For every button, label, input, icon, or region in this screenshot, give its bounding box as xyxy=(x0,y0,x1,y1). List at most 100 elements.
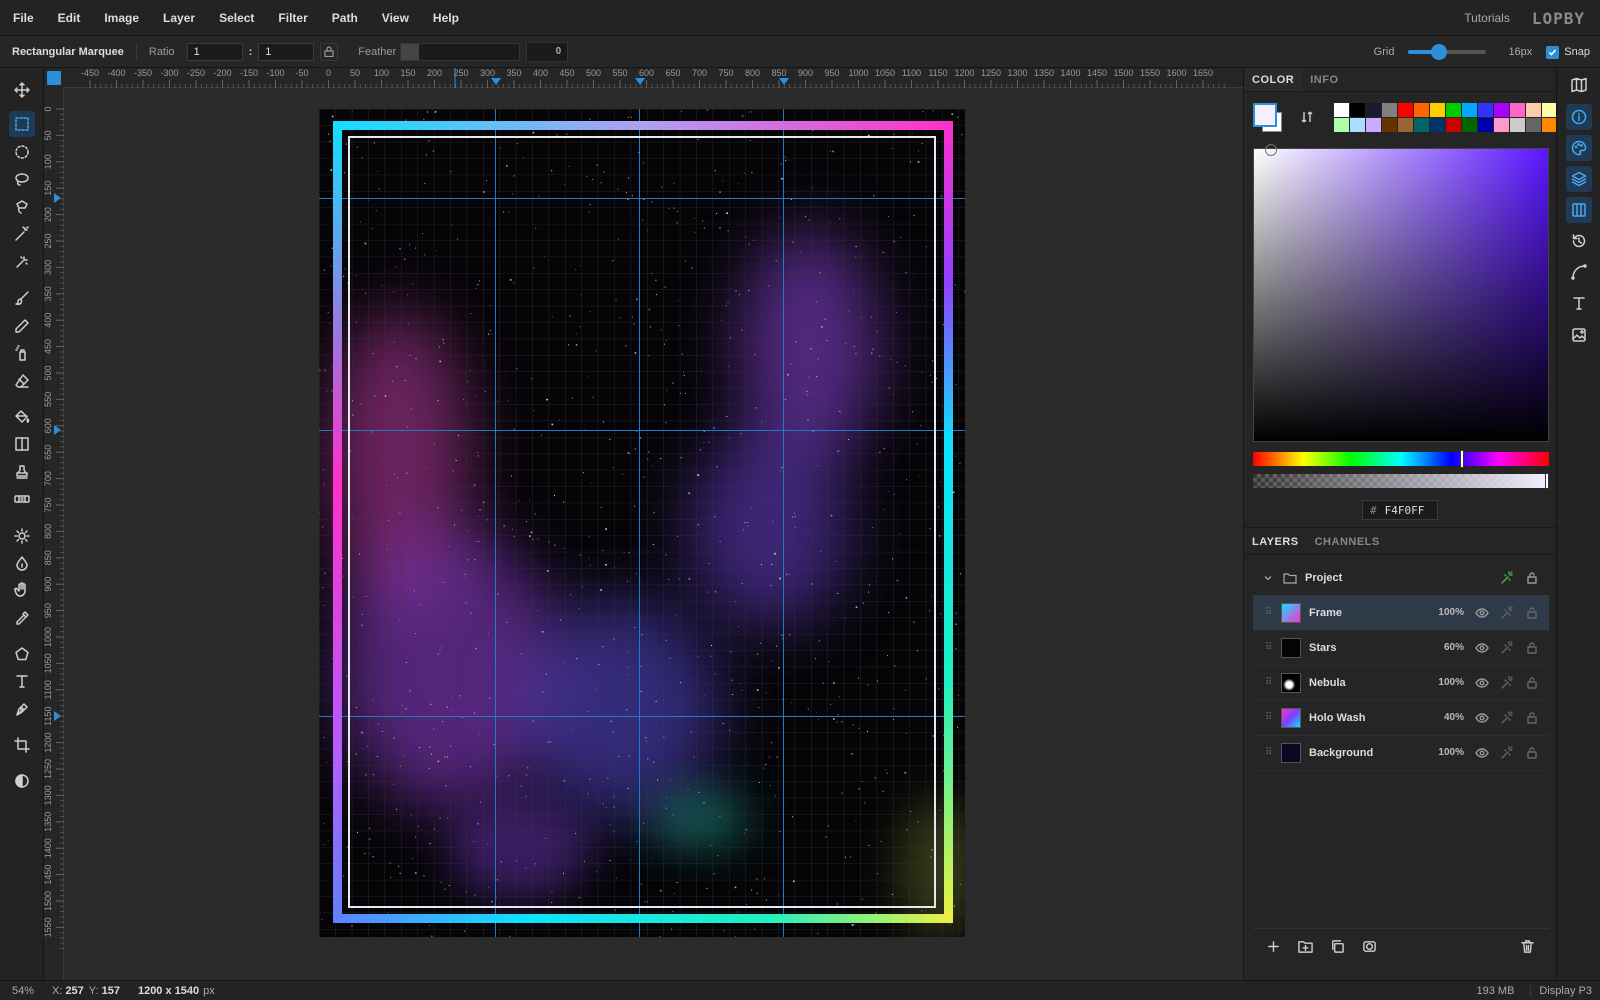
delete-layer-button[interactable] xyxy=(1517,937,1537,957)
shape-tool[interactable] xyxy=(9,641,35,667)
zoom-level[interactable]: 54% xyxy=(12,985,34,997)
navigator-button[interactable] xyxy=(1566,72,1592,98)
grid-slider-thumb[interactable] xyxy=(1431,44,1448,60)
palette-swatch[interactable] xyxy=(1462,118,1477,132)
alpha-slider-thumb[interactable] xyxy=(1545,473,1549,489)
feather-slider[interactable] xyxy=(400,42,521,61)
magic-wand-tool[interactable] xyxy=(9,221,35,247)
info-panel-button[interactable] xyxy=(1566,104,1592,130)
eraser-tool[interactable] xyxy=(9,368,35,394)
color-panel-button[interactable] xyxy=(1566,135,1592,161)
palette-swatch[interactable] xyxy=(1446,103,1461,117)
menu-select[interactable]: Select xyxy=(207,0,266,36)
menu-view[interactable]: View xyxy=(370,0,421,36)
crop-tool[interactable] xyxy=(9,732,35,758)
contrast-tool[interactable] xyxy=(9,768,35,794)
lock-icon[interactable] xyxy=(1524,710,1540,726)
pen-tool[interactable] xyxy=(9,696,35,722)
alpha-slider[interactable] xyxy=(1253,473,1549,489)
layer-effects-icon[interactable] xyxy=(1499,605,1515,621)
horizontal-ruler[interactable]: -450 -400 -350 -300 -250 -200 -150 -100 -50 0 50 10… xyxy=(64,68,1243,88)
layer-opacity[interactable]: 100% xyxy=(1428,747,1464,758)
ellipse-marquee-tool[interactable] xyxy=(9,139,35,165)
layer-opacity[interactable]: 100% xyxy=(1428,677,1464,688)
ratio-width-input[interactable]: 1 xyxy=(186,42,243,61)
add-layer-button[interactable] xyxy=(1263,937,1283,957)
palette-swatch[interactable] xyxy=(1494,118,1509,132)
ratio-lock-button[interactable] xyxy=(320,42,339,61)
layer-name[interactable]: Holo Wash xyxy=(1309,712,1428,724)
palette-swatch[interactable] xyxy=(1414,103,1429,117)
hex-value[interactable]: F4F0FF xyxy=(1385,504,1425,517)
feather-slider-knob[interactable] xyxy=(401,43,420,60)
layer-name[interactable]: Background xyxy=(1309,747,1428,759)
clone-stamp-tool[interactable] xyxy=(9,459,35,485)
brush-tool[interactable] xyxy=(9,285,35,311)
palette-swatch[interactable] xyxy=(1462,103,1477,117)
canvas-workspace[interactable] xyxy=(64,88,1243,980)
layer-row[interactable]: ⠿ Holo Wash 40% xyxy=(1253,700,1549,736)
layer-effects-icon[interactable] xyxy=(1499,745,1515,761)
vertical-ruler[interactable]: 0 50 100 150 200 250 300 350 400 450 500 550 600 650 7… xyxy=(43,88,64,980)
palette-swatch[interactable] xyxy=(1478,118,1493,132)
hand-tool[interactable] xyxy=(9,577,35,603)
layer-row[interactable]: ⠿ Nebula 100% xyxy=(1253,665,1549,701)
spray-tool[interactable] xyxy=(9,340,35,366)
palette-swatch[interactable] xyxy=(1414,118,1429,132)
document-canvas[interactable] xyxy=(319,109,965,937)
foreground-color-swatch[interactable] xyxy=(1253,103,1277,127)
palette-swatch[interactable] xyxy=(1382,103,1397,117)
saturation-value-picker[interactable] xyxy=(1253,144,1549,442)
palette-swatch[interactable] xyxy=(1366,118,1381,132)
menu-layer[interactable]: Layer xyxy=(151,0,207,36)
lock-icon[interactable] xyxy=(1524,745,1540,761)
eye-icon[interactable] xyxy=(1474,640,1490,656)
layer-name[interactable]: Stars xyxy=(1309,642,1428,654)
menu-filter[interactable]: Filter xyxy=(266,0,319,36)
image-panel-button[interactable] xyxy=(1566,322,1592,348)
layer-effects-icon[interactable] xyxy=(1499,640,1515,656)
eye-icon[interactable] xyxy=(1474,675,1490,691)
palette-swatch[interactable] xyxy=(1398,118,1413,132)
palette-swatch[interactable] xyxy=(1542,103,1557,117)
layer-name[interactable]: Nebula xyxy=(1309,677,1428,689)
tab-color[interactable]: COLOR xyxy=(1244,68,1303,91)
palette-swatch[interactable] xyxy=(1350,103,1365,117)
palette-swatch[interactable] xyxy=(1350,118,1365,132)
drag-handle-icon[interactable]: ⠿ xyxy=(1265,642,1275,653)
layer-opacity[interactable]: 60% xyxy=(1428,642,1464,653)
lock-icon[interactable] xyxy=(1524,605,1540,621)
lock-icon[interactable] xyxy=(1524,675,1540,691)
dodge-tool[interactable] xyxy=(9,523,35,549)
group-lock-icon[interactable] xyxy=(1524,570,1540,586)
menu-file[interactable]: File xyxy=(0,0,46,36)
character-panel-button[interactable] xyxy=(1566,290,1592,316)
feather-value-input[interactable]: 0 xyxy=(526,41,569,62)
menu-edit[interactable]: Edit xyxy=(46,0,93,36)
layer-opacity[interactable]: 40% xyxy=(1428,712,1464,723)
hex-color-input[interactable]: # F4F0FF xyxy=(1362,500,1438,520)
menu-help[interactable]: Help xyxy=(421,0,471,36)
add-group-button[interactable] xyxy=(1295,937,1315,957)
palette-swatch[interactable] xyxy=(1494,103,1509,117)
palette-swatch[interactable] xyxy=(1510,103,1525,117)
drag-handle-icon[interactable]: ⠿ xyxy=(1265,712,1275,723)
layer-group-project[interactable]: Project xyxy=(1253,560,1549,596)
hue-slider-thumb[interactable] xyxy=(1460,450,1465,468)
lasso-tool[interactable] xyxy=(9,166,35,192)
palette-swatch[interactable] xyxy=(1510,118,1525,132)
polygon-lasso-tool[interactable] xyxy=(9,194,35,220)
color-picker-cursor[interactable] xyxy=(1265,144,1277,156)
palette-swatch[interactable] xyxy=(1382,118,1397,132)
layer-effects-icon[interactable] xyxy=(1499,710,1515,726)
duplicate-layer-button[interactable] xyxy=(1327,937,1347,957)
palette-swatch[interactable] xyxy=(1398,103,1413,117)
mask-layer-button[interactable] xyxy=(1359,937,1379,957)
palette-swatch[interactable] xyxy=(1542,118,1557,132)
menu-image[interactable]: Image xyxy=(92,0,151,36)
move-tool[interactable] xyxy=(9,77,35,103)
layer-row[interactable]: ⠿ Stars 60% xyxy=(1253,630,1549,666)
eye-icon[interactable] xyxy=(1474,745,1490,761)
drag-handle-icon[interactable]: ⠿ xyxy=(1265,677,1275,688)
palette-swatch[interactable] xyxy=(1446,118,1461,132)
